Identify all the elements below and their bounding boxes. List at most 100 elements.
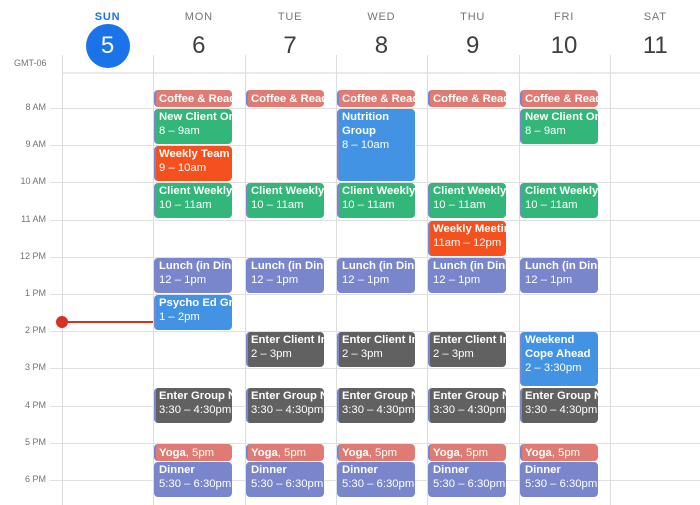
event-title: Coffee & Read [525,93,598,105]
day-number[interactable]: 5 [62,30,153,62]
calendar-event[interactable]: Enter Group Notes 3:30 – 4:30pm [337,388,415,423]
calendar-event[interactable]: Coffee & Read [428,90,506,107]
event-time: 12 – 1pm [159,274,207,286]
day-header-tue[interactable]: TUE 7 [245,0,336,73]
calendar-event[interactable]: Enter Group Notes 3:30 – 4:30pm [520,388,598,423]
calendar-event[interactable]: Dinner 5:30 – 6:30pm [337,462,415,497]
day-header-sun[interactable]: SUN 5 [62,0,153,73]
event-title: Nutrition Group [342,111,390,137]
calendar-event[interactable]: Lunch (in Dining Hall) 12 – 1pm [154,258,232,293]
calendar-event[interactable]: Coffee & Read [246,90,324,107]
day-header-fri[interactable]: FRI 10 [519,0,610,73]
calendar-event[interactable]: Client Weekly Check-in 10 – 11am [246,183,324,218]
calendar-event[interactable]: New Client Orientation 8 – 9am [520,109,598,144]
event-title: Client Weekly Check-in [342,185,415,197]
calendar-event[interactable]: Enter Client Individual Notes 2 – 3pm [337,332,415,367]
timezone-label: GMT-06 [14,58,47,68]
event-title: Lunch (in Dining Hall) [251,260,324,272]
day-of-week: TUE [277,11,303,23]
event-title: New Client Orientation [159,111,232,123]
day-number[interactable]: 9 [427,30,518,62]
event-title: Lunch (in Dining Hall) [342,260,415,272]
calendar-event[interactable]: Enter Client Individual Notes 2 – 3pm [428,332,506,367]
day-of-week: THU [460,11,486,23]
day-of-week: SUN [94,11,121,23]
calendar-event[interactable]: Psycho Ed Group 1 – 2pm [154,295,232,330]
event-time: , 5pm [277,447,307,459]
calendar-event[interactable]: Lunch (in Dining Hall) 12 – 1pm [337,258,415,293]
calendar-event[interactable]: Weekend Cope Ahead 2 – 3:30pm [520,332,598,386]
calendar-event[interactable]: Enter Group Notes 3:30 – 4:30pm [428,388,506,423]
event-time: 5:30 – 6:30pm [159,478,232,490]
calendar-event[interactable]: Yoga, 5pm [246,444,324,461]
day-of-week: WED [367,11,396,23]
week-header: SUN 5 MON 6 TUE 7 WED 8 THU 9 FRI 10 SAT 11 [0,0,700,73]
day-header-thu[interactable]: THU 9 [427,0,518,73]
day-number[interactable]: 7 [245,30,336,62]
event-title: Coffee & Read [159,93,232,105]
calendar-event[interactable]: Client Weekly Check-in 10 – 11am [337,183,415,218]
day-number[interactable]: 11 [610,30,700,62]
header-divider [62,72,700,74]
event-time: 10 – 11am [159,199,212,211]
calendar-event[interactable]: Dinner 5:30 – 6:30pm [428,462,506,497]
calendar-event[interactable]: Coffee & Read [337,90,415,107]
event-title: Dinner [251,464,287,476]
day-number[interactable]: 6 [153,30,244,62]
event-time: 10 – 11am [433,199,486,211]
calendar-event[interactable]: Dinner 5:30 – 6:30pm [154,462,232,497]
event-title: Coffee & Read [342,93,415,105]
event-title: Client Weekly Check-in [251,185,324,197]
calendar-event[interactable]: Weekly Meeting 11am – 12pm [428,221,506,256]
day-number[interactable]: 8 [336,30,427,62]
event-title: Weekly Meeting [433,223,506,235]
calendar-event[interactable]: Weekly Team Meeting 9 – 10am [154,146,232,181]
day-number[interactable]: 10 [519,30,610,62]
event-title: Enter Group Notes [251,390,324,402]
event-title: Client Weekly Check-in [159,185,232,197]
calendar-event[interactable]: Nutrition Group 8 – 10am [337,109,415,181]
event-title: Enter Client Individual Notes [251,334,324,346]
day-header-sat[interactable]: SAT 11 [610,0,700,73]
event-time: 3:30 – 4:30pm [433,404,506,416]
calendar-event[interactable]: Enter Group Notes 3:30 – 4:30pm [246,388,324,423]
calendar-event[interactable]: Yoga, 5pm [428,444,506,461]
hour-label: 5 PM [24,437,46,447]
calendar-event[interactable]: Coffee & Read [154,90,232,107]
calendar-event[interactable]: Lunch (in Dining Hall) 12 – 1pm [428,258,506,293]
event-title: Enter Client Individual Notes [342,334,415,346]
calendar-event[interactable]: Yoga, 5pm [154,444,232,461]
calendar-event[interactable]: Dinner 5:30 – 6:30pm [246,462,324,497]
event-title: Dinner [525,464,561,476]
event-time: 2 – 3pm [251,348,292,360]
event-title: Coffee & Read [251,93,324,105]
calendar-event[interactable]: Lunch (in Dining Hall) 12 – 1pm [520,258,598,293]
calendar-event[interactable]: Yoga, 5pm [520,444,598,461]
day-header-wed[interactable]: WED 8 [336,0,427,73]
calendar-event[interactable]: Enter Group Notes 3:30 – 4:30pm [154,388,232,423]
event-time: 10 – 11am [342,199,395,211]
calendar-event[interactable]: Yoga, 5pm [337,444,415,461]
hour-label: 8 AM [25,102,46,112]
day-header-mon[interactable]: MON 6 [153,0,244,73]
calendar-event[interactable]: Coffee & Read [520,90,598,107]
event-title: Lunch (in Dining Hall) [525,260,598,272]
event-title: Lunch (in Dining Hall) [159,260,232,272]
calendar-event[interactable]: Dinner 5:30 – 6:30pm [520,462,598,497]
event-title: Yoga [433,447,460,459]
event-title: Enter Group Notes [342,390,415,402]
day-of-week: SAT [643,11,667,23]
calendar-event[interactable]: New Client Orientation 8 – 9am [154,109,232,144]
calendar-event[interactable]: Client Weekly Check-in 10 – 11am [154,183,232,218]
hour-label: 2 PM [24,325,46,335]
hour-label: 3 PM [24,362,46,372]
current-time-line [62,321,153,323]
event-time: 11am – 12pm [433,237,502,249]
calendar-event[interactable]: Client Weekly Check-in 10 – 11am [428,183,506,218]
calendar-event[interactable]: Lunch (in Dining Hall) 12 – 1pm [246,258,324,293]
hour-label: 9 AM [25,139,46,149]
calendar-event[interactable]: Enter Client Individual Notes 2 – 3pm [246,332,324,367]
calendar-event[interactable]: Client Weekly Check-in 10 – 11am [520,183,598,218]
event-time: 2 – 3pm [433,348,474,360]
event-title: Client Weekly Check-in [525,185,598,197]
